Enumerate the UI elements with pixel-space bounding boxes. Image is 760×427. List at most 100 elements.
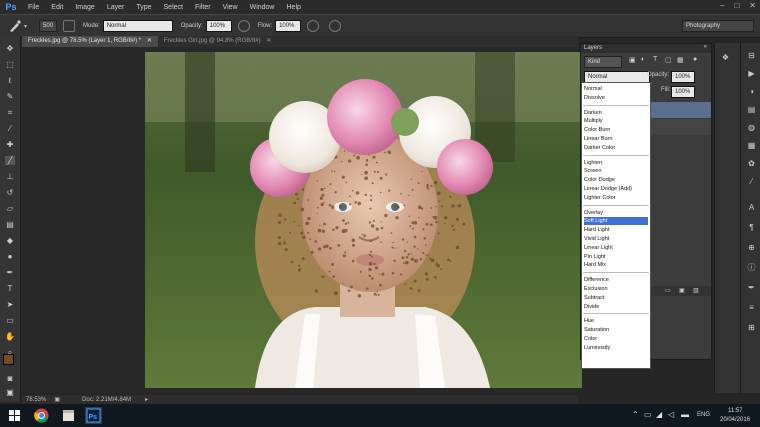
blend-option[interactable]: Saturation [584,326,648,334]
blend-option[interactable]: Color [584,335,648,343]
foreground-color-swatch[interactable] [3,354,14,365]
tab-close-icon[interactable]: ✕ [266,38,271,44]
panel-collapse-icon[interactable]: » [704,44,707,50]
blend-option[interactable]: Linear Burn [584,135,648,143]
clock-time[interactable]: 11:57 [728,408,743,414]
menu-view[interactable]: View [217,4,244,11]
volume-icon[interactable]: ◁ [668,410,674,419]
menu-window[interactable]: Window [244,4,281,11]
crop-tool-icon[interactable]: ⌗ [5,108,15,117]
clone-stamp-tool-icon[interactable]: ⊥ [5,172,15,181]
filter-adjustment-icon[interactable]: ◐ [641,56,645,63]
history-icon[interactable]: ⊟ [747,51,756,60]
clone-source-icon[interactable]: ⊕ [747,243,756,252]
brush-tool-icon[interactable] [8,19,22,33]
blend-option[interactable]: Overlay [584,209,648,217]
screen-mode-icon[interactable]: ▣ [5,388,15,397]
menu-layer[interactable]: Layer [101,4,131,11]
pen-tool-icon[interactable]: ✒ [5,268,15,277]
gradient-tool-icon[interactable]: ▤ [5,220,15,229]
status-info-icon[interactable]: ▣ [54,396,60,403]
tab-freckles[interactable]: Freckles.jpg @ 78.5% (Layer 1, RGB/8#) *… [22,36,158,47]
lasso-tool-icon[interactable]: ℓ [5,76,15,85]
actions-icon[interactable]: ▶ [747,69,756,78]
channels-icon[interactable]: ≡ [747,303,756,312]
language-indicator[interactable]: ENG [697,412,710,418]
styles-icon[interactable]: ✿ [747,159,756,168]
adjustments-icon[interactable]: ◑ [747,87,756,96]
notification-icon[interactable]: ▭ [644,410,652,419]
mode-select[interactable]: Normal [102,20,173,32]
filter-toggle-icon[interactable]: ● [693,56,697,63]
blend-option[interactable]: Exclusion [584,285,648,293]
healing-brush-tool-icon[interactable]: ✚ [5,140,15,149]
menu-image[interactable]: Image [69,4,100,11]
pressure-opacity-icon[interactable] [237,20,250,32]
close-window-button[interactable]: ✕ [749,1,756,10]
file-explorer-icon[interactable] [60,407,77,424]
filter-kind-select[interactable]: Kind [584,56,622,68]
filter-smart-object-icon[interactable]: ▦ [677,56,684,64]
blend-option[interactable]: Luminosity [584,344,648,352]
photoshop-taskbar-icon[interactable]: Ps [85,407,102,424]
shape-tool-icon[interactable]: ▭ [5,316,15,325]
flow-field[interactable]: 100% [275,20,302,32]
paths-icon[interactable]: ✒ [747,283,756,292]
eyedropper-tool-icon[interactable]: ⁄ [5,124,15,133]
blend-option[interactable]: Darken [584,109,648,117]
blend-option[interactable]: Dissolve [584,94,648,102]
blend-option[interactable]: Difference [584,276,648,284]
blend-option[interactable]: Soft Light [584,217,648,226]
character-icon[interactable]: A [747,203,756,212]
marquee-tool-icon[interactable]: ⬚ [5,60,15,69]
eraser-tool-icon[interactable]: ▱ [5,204,15,213]
menu-type[interactable]: Type [130,4,157,11]
color-icon[interactable]: ◍ [747,123,756,132]
airbrush-icon[interactable] [307,20,320,32]
layers-panel-title[interactable]: Layers [584,45,602,51]
windows-start-icon[interactable] [6,407,23,424]
minimize-button[interactable]: – [720,1,724,10]
blend-option[interactable]: Multiply [584,117,648,125]
blend-option[interactable]: Darker Color [584,144,648,152]
chrome-icon[interactable] [33,407,50,424]
properties-icon[interactable]: ▤ [747,105,756,114]
brush-tool-active-icon[interactable]: ╱ [5,156,15,165]
filter-shape-icon[interactable]: ▢ [665,56,672,64]
blend-option[interactable]: Hue [584,317,648,325]
blend-option[interactable]: Pin Light [584,253,648,261]
delete-layer-icon[interactable]: ▥ [693,287,699,294]
quick-mask-icon[interactable]: ◙ [5,374,15,383]
blend-option[interactable]: Vivid Light [584,235,648,243]
opacity-field[interactable]: 100% [205,20,232,32]
menu-filter[interactable]: Filter [189,4,217,11]
blend-option[interactable]: Color Burn [584,126,648,134]
info-icon[interactable]: ⓘ [747,263,756,272]
new-layer-icon[interactable]: ▣ [679,287,685,294]
type-tool-icon[interactable]: T [5,284,15,293]
workspace-select[interactable]: Photography [682,20,754,32]
blend-option[interactable]: Lighten [584,159,648,167]
zoom-level[interactable]: 78.53% [26,397,46,403]
swatches-icon[interactable]: ▦ [747,141,756,150]
blend-option[interactable]: Normal [584,85,648,93]
quick-select-tool-icon[interactable]: ✎ [5,92,15,101]
menu-file[interactable]: File [22,4,45,11]
pressure-size-icon[interactable] [329,20,342,32]
brush-size-value[interactable]: 500 [39,20,58,32]
maximize-button[interactable]: □ [734,1,739,10]
dodge-tool-icon[interactable]: ● [5,252,15,261]
layer-opacity-field[interactable]: 100% [671,71,695,83]
blur-tool-icon[interactable]: ◆ [5,236,15,245]
menu-select[interactable]: Select [158,4,189,11]
paragraph-icon[interactable]: ¶ [747,223,756,232]
menu-help[interactable]: Help [281,4,307,11]
blend-option[interactable]: Linear Light [584,244,648,252]
move-tool-icon[interactable]: ✥ [5,44,15,53]
navigator-icon[interactable]: ⊞ [747,323,756,332]
blend-option[interactable]: Divide [584,303,648,311]
brush-preset-chevron-icon[interactable]: ▾ [24,23,27,30]
blend-option[interactable]: Lighter Color [584,194,648,202]
blend-option[interactable]: Subtract [584,294,648,302]
network-icon[interactable]: ◢ [656,410,662,419]
